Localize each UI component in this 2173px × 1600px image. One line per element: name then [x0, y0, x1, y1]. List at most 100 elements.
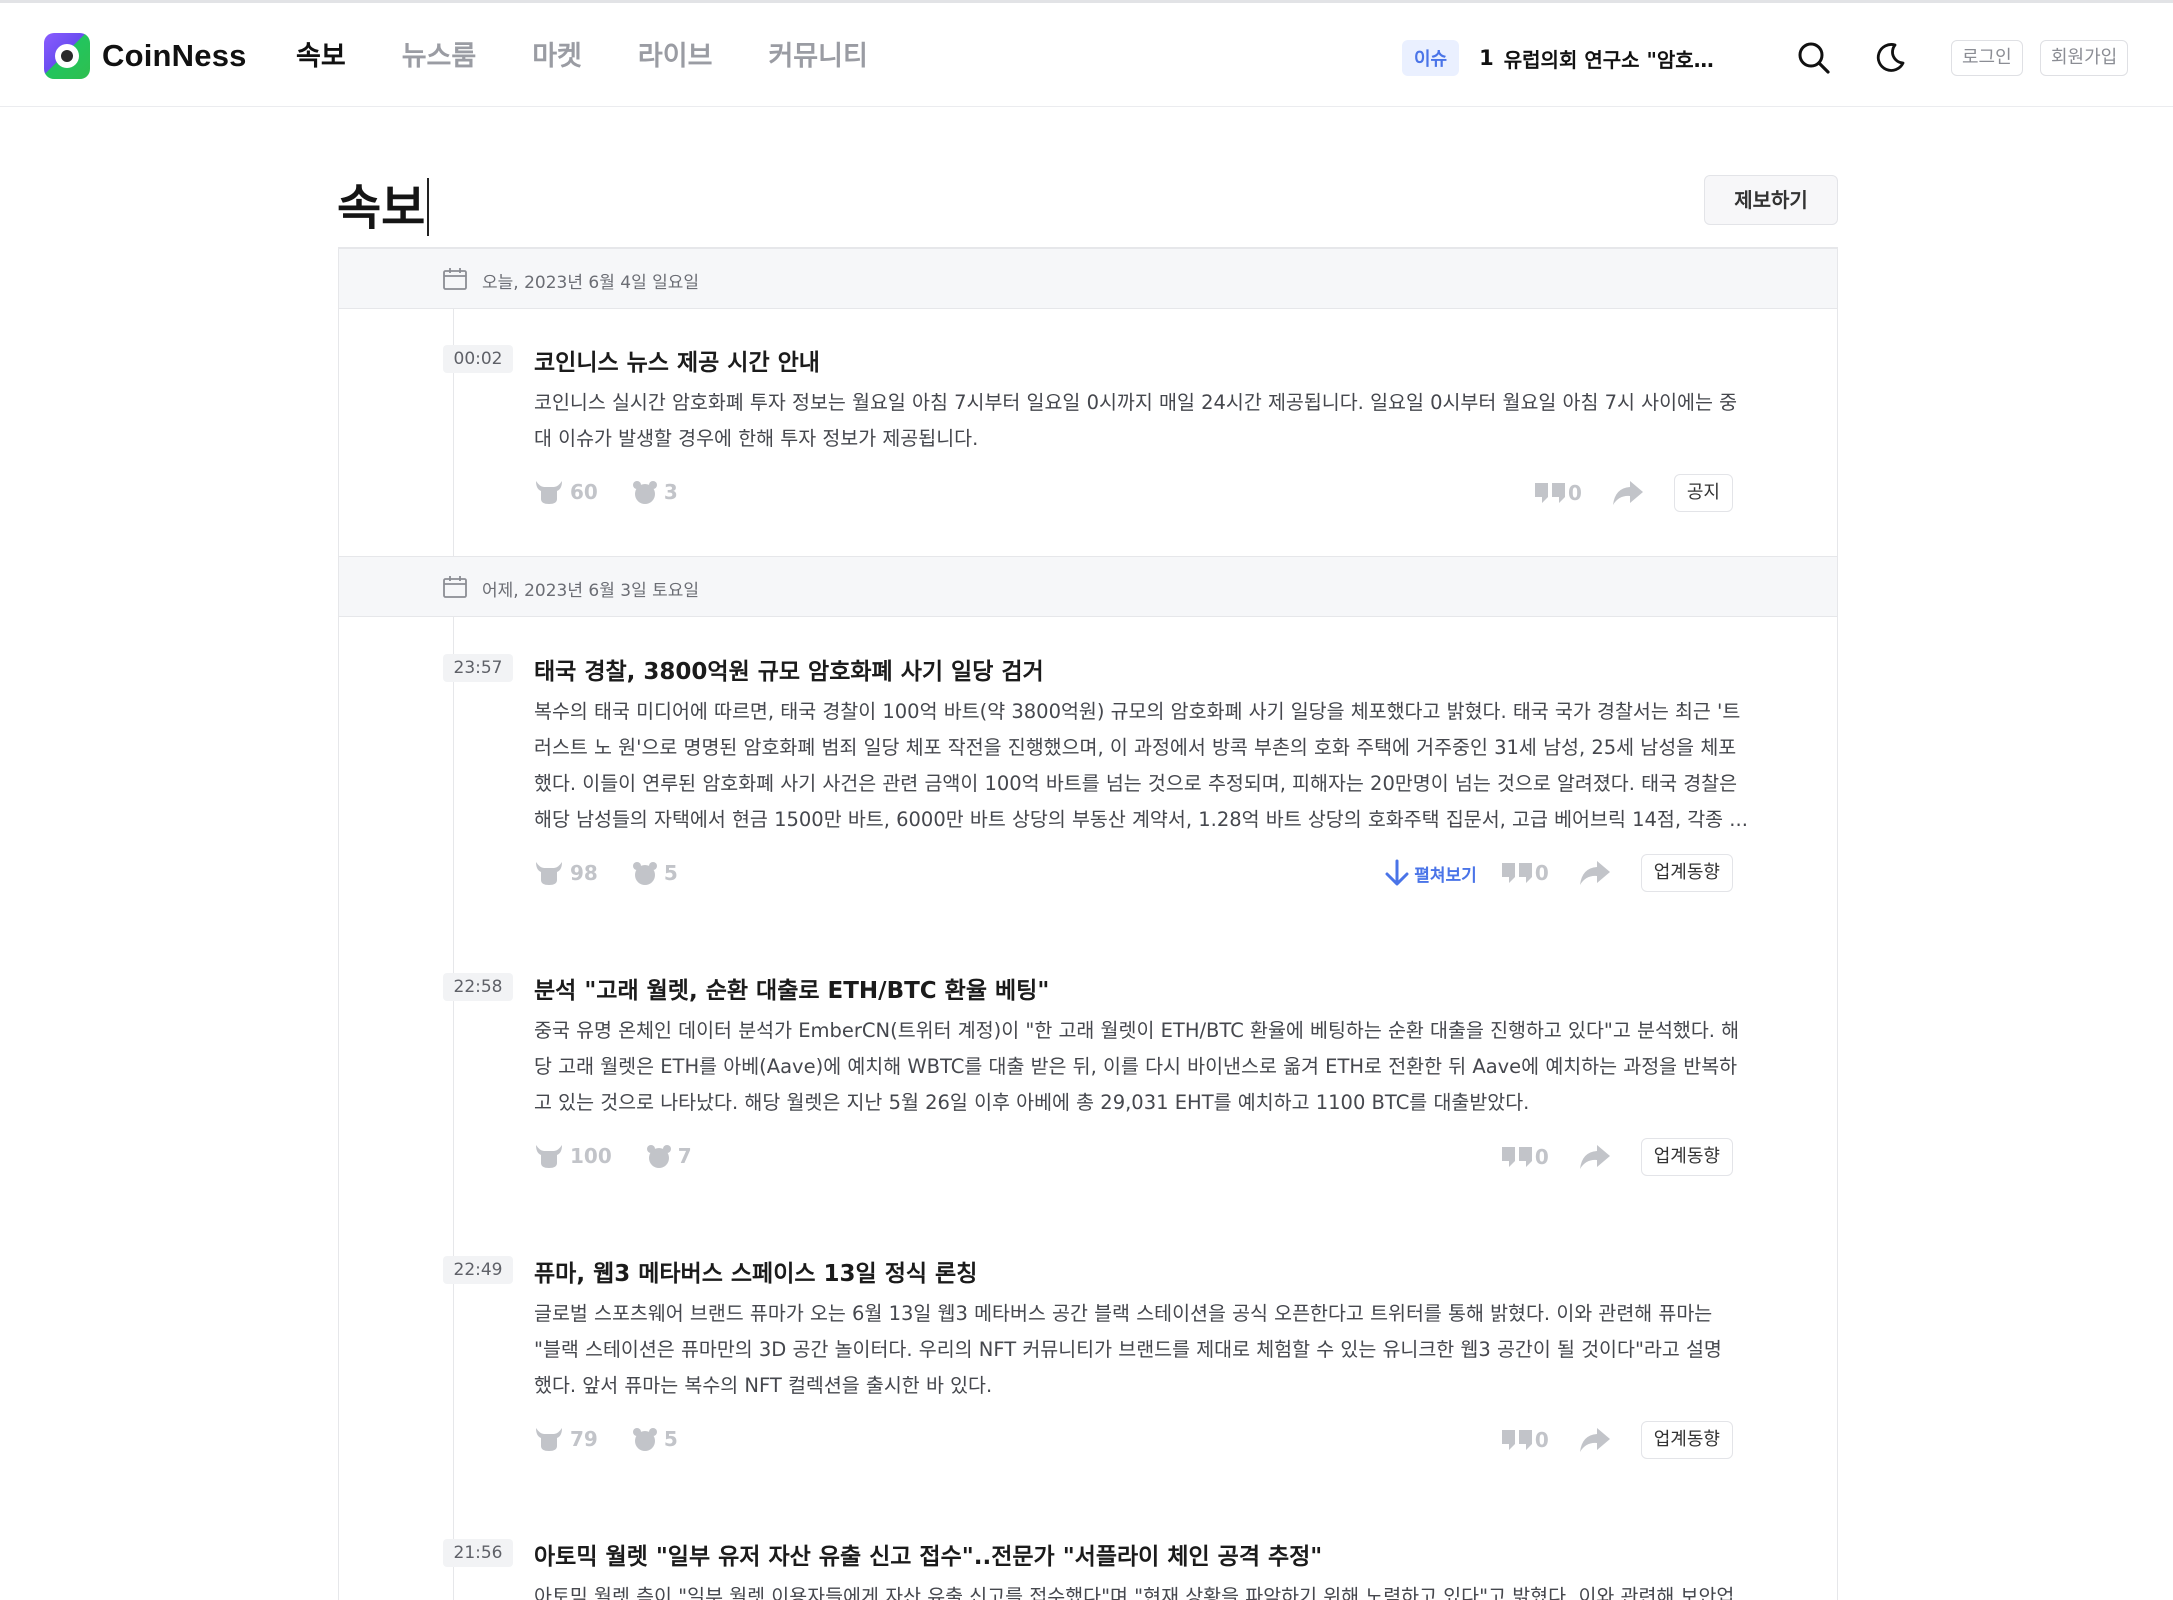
- bear-icon: [632, 862, 657, 885]
- issue-badge: 이슈: [1402, 40, 1460, 76]
- bull-count: 60: [570, 480, 598, 504]
- news-title[interactable]: 분석 "고래 월렛, 순환 대출로 ETH/BTC 환율 베팅": [534, 971, 1049, 1005]
- category-tag[interactable]: 공지: [1673, 474, 1733, 512]
- trending-issue[interactable]: 이슈 1 유럽의회 연구소 "암호화...: [1402, 40, 1724, 76]
- news-body[interactable]: 중국 유명 온체인 데이터 분석가 EmberCN(트위터 계정)이 "한 고래…: [534, 1013, 1837, 1121]
- time-badge: 23:57: [443, 654, 513, 682]
- bull-icon: [536, 862, 562, 885]
- item-actions: 0 업계동향: [1501, 1138, 1733, 1176]
- news-body-line: 고 있는 것으로 나타났다. 해당 월렛은 지난 5월 26일 이후 아베에 총…: [534, 1091, 1530, 1114]
- time-badge: 22:58: [443, 973, 513, 1001]
- calendar-icon: [443, 576, 467, 598]
- bear-button[interactable]: 5: [632, 1426, 678, 1452]
- calendar-icon: [443, 268, 467, 290]
- nav-item-live[interactable]: 라이브: [638, 37, 713, 77]
- comment-icon: [1501, 863, 1532, 883]
- news-title[interactable]: 태국 경찰, 3800억원 규모 암호화폐 사기 일당 검거: [534, 652, 1044, 686]
- bull-button[interactable]: 60: [534, 479, 598, 505]
- coinness-logo-icon: [44, 33, 90, 79]
- issue-headline[interactable]: 유럽의회 연구소 "암호화...: [1504, 44, 1724, 73]
- news-body[interactable]: 글로벌 스포츠웨어 브랜드 퓨마가 오는 6월 13일 웹3 메타버스 공간 블…: [534, 1296, 1837, 1404]
- report-button[interactable]: 제보하기: [1704, 175, 1838, 225]
- comment-count: 0: [1567, 481, 1582, 505]
- comment-count: 0: [1534, 1145, 1549, 1169]
- share-button[interactable]: [1579, 860, 1611, 886]
- reactions: 100 7: [534, 1143, 726, 1169]
- nav-item-newsroom[interactable]: 뉴스룸: [402, 37, 477, 77]
- news-body[interactable]: 복수의 태국 미디어에 따르면, 태국 경찰이 100억 바트(약 3800억원…: [534, 694, 1837, 838]
- main-nav: 속보 뉴스룸 마켓 라이브 커뮤니티: [296, 37, 924, 77]
- comments-button[interactable]: 0: [1501, 1428, 1549, 1452]
- share-icon: [1579, 1145, 1610, 1169]
- bear-count: 7: [677, 1144, 692, 1168]
- news-body-line: 해당 남성들의 자택에서 현금 1500만 바트, 6000만 바트 상당의 부…: [534, 808, 1748, 831]
- date-label: 오늘, 2023년 6월 4일 일요일: [482, 273, 700, 293]
- comment-count: 0: [1534, 861, 1549, 885]
- bull-count: 98: [570, 861, 598, 885]
- category-tag[interactable]: 업계동향: [1640, 854, 1733, 892]
- nav-item-community[interactable]: 커뮤니티: [768, 37, 867, 77]
- share-button[interactable]: [1579, 1427, 1611, 1453]
- news-body-line: 복수의 태국 미디어에 따르면, 태국 경찰이 100억 바트(약 3800억원…: [534, 700, 1741, 723]
- bull-count: 100: [570, 1144, 612, 1168]
- bear-icon: [632, 1428, 657, 1451]
- expand-button[interactable]: 펼쳐보기: [1384, 859, 1477, 887]
- item-actions: 0 업계동향: [1501, 1421, 1733, 1459]
- nav-item-breaking[interactable]: 속보: [296, 37, 346, 77]
- share-button[interactable]: [1579, 1144, 1611, 1170]
- time-badge: 21:56: [443, 1539, 513, 1567]
- brand-logo[interactable]: CoinNess: [44, 32, 247, 80]
- bear-count: 5: [663, 1427, 678, 1451]
- bear-count: 3: [663, 480, 678, 504]
- login-button[interactable]: 로그인: [1951, 40, 2023, 76]
- timeline-line: [453, 248, 454, 1600]
- bull-icon: [536, 1428, 562, 1451]
- bear-icon: [632, 481, 657, 504]
- news-body[interactable]: 코인니스 실시간 암호화폐 투자 정보는 월요일 아침 7시부터 일요일 0시까…: [534, 385, 1837, 457]
- comments-button[interactable]: 0: [1501, 861, 1549, 885]
- share-icon: [1579, 1428, 1610, 1452]
- bull-button[interactable]: 79: [534, 1426, 598, 1452]
- date-label: 어제, 2023년 6월 3일 토요일: [482, 581, 700, 601]
- bull-count: 79: [570, 1427, 598, 1451]
- signup-button[interactable]: 회원가입: [2040, 40, 2129, 76]
- bull-button[interactable]: 98: [534, 860, 598, 886]
- comments-button[interactable]: 0: [1501, 1145, 1549, 1169]
- reactions: 79 5: [534, 1426, 712, 1452]
- time-badge: 22:49: [443, 1256, 513, 1284]
- news-title[interactable]: 코인니스 뉴스 제공 시간 안내: [534, 343, 820, 377]
- news-body-line: 했다. 앞서 퓨마는 복수의 NFT 컬렉션을 출시한 바 있다.: [534, 1374, 993, 1397]
- search-icon[interactable]: [1797, 41, 1831, 75]
- nav-item-market[interactable]: 마켓: [532, 37, 582, 77]
- share-icon: [1612, 481, 1643, 505]
- reactions: 60 3: [534, 479, 712, 505]
- news-feed: 오늘, 2023년 6월 4일 일요일 00:02 코인니스 뉴스 제공 시간 …: [338, 247, 1838, 1600]
- comment-icon: [1534, 483, 1565, 503]
- item-actions: 펼쳐보기 0 업계동향: [1384, 854, 1733, 892]
- comment-count: 0: [1534, 1428, 1549, 1452]
- news-body-line: 코인니스 실시간 암호화폐 투자 정보는 월요일 아침 7시부터 일요일 0시까…: [534, 391, 1738, 414]
- news-body[interactable]: 아토믹 월렛 측이 "일부 월렛 이용자들에게 자산 유출 신고를 접수했다"며…: [534, 1579, 1837, 1600]
- share-icon: [1579, 861, 1610, 885]
- reactions: 98 5: [534, 860, 712, 886]
- item-actions: 0 공지: [1534, 474, 1733, 512]
- comments-button[interactable]: 0: [1534, 481, 1582, 505]
- date-header: 오늘, 2023년 6월 4일 일요일: [339, 248, 1837, 309]
- share-button[interactable]: [1612, 480, 1644, 506]
- time-badge: 00:02: [443, 345, 513, 373]
- bear-button[interactable]: 5: [632, 860, 678, 886]
- date-header: 어제, 2023년 6월 3일 토요일: [339, 556, 1837, 617]
- moon-icon[interactable]: [1873, 41, 1907, 75]
- bear-button[interactable]: 7: [646, 1143, 692, 1169]
- bull-button[interactable]: 100: [534, 1143, 612, 1169]
- news-title[interactable]: 퓨마, 웹3 메타버스 스페이스 13일 정식 론칭: [534, 1254, 977, 1288]
- category-tag[interactable]: 업계동향: [1640, 1421, 1733, 1459]
- top-header: CoinNess 속보 뉴스룸 마켓 라이브 커뮤니티 이슈 1 유럽의회 연구…: [0, 0, 2173, 107]
- news-body-line: 중국 유명 온체인 데이터 분석가 EmberCN(트위터 계정)이 "한 고래…: [534, 1019, 1740, 1042]
- news-body-line: "블랙 스테이션은 퓨마만의 3D 공간 놀이터다. 우리의 NFT 커뮤니티가…: [534, 1338, 1722, 1361]
- news-title[interactable]: 아토믹 월렛 "일부 유저 자산 유출 신고 접수"..전문가 "서플라이 체인…: [534, 1537, 1322, 1571]
- issue-rank: 1: [1479, 46, 1494, 70]
- category-tag[interactable]: 업계동향: [1640, 1138, 1733, 1176]
- bear-button[interactable]: 3: [632, 479, 678, 505]
- bear-count: 5: [663, 861, 678, 885]
